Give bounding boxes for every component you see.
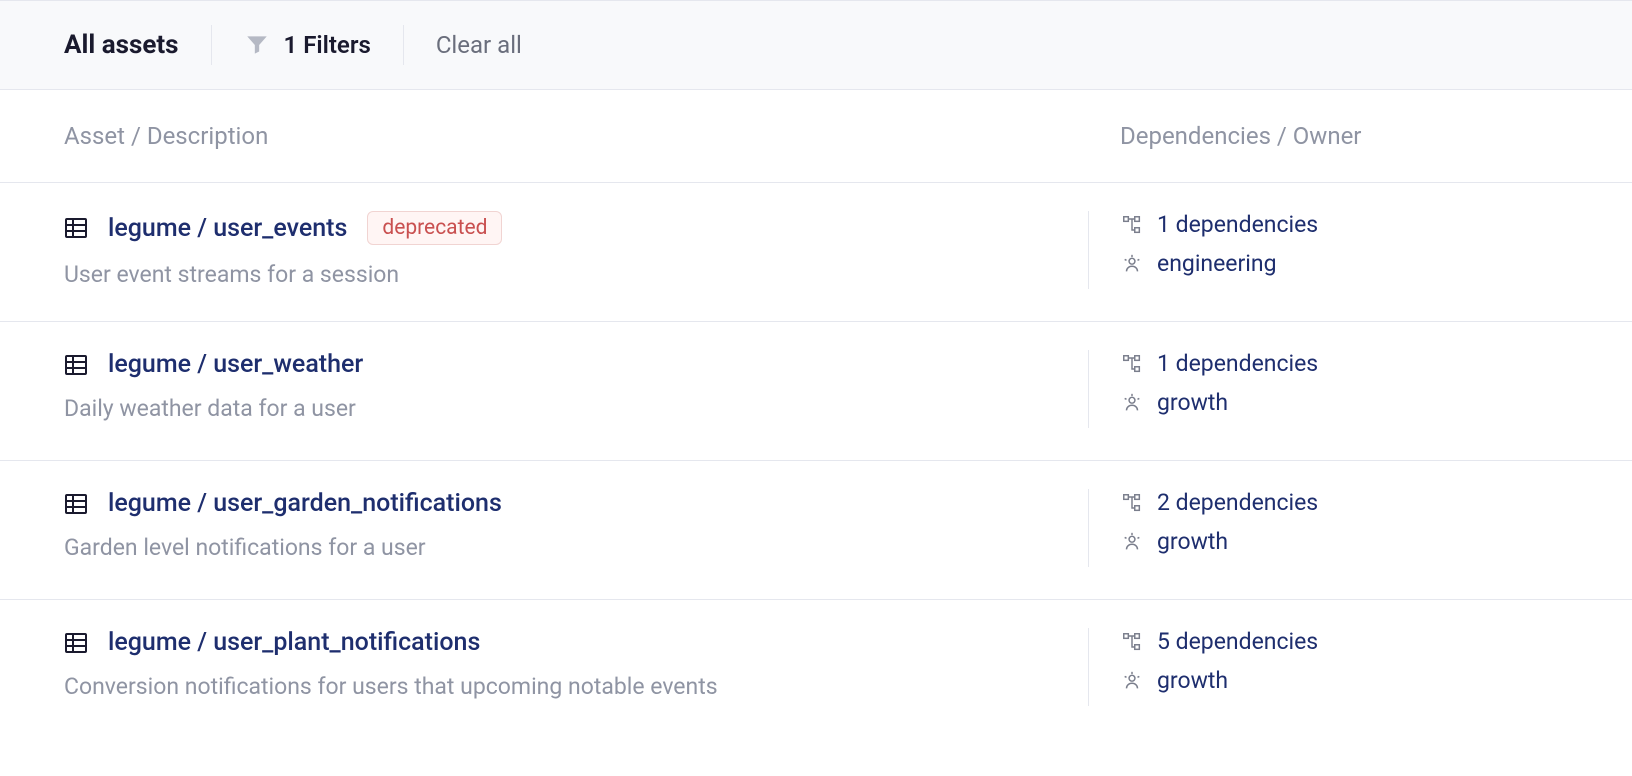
- table-row[interactable]: legume / user_weather Daily weather data …: [0, 322, 1632, 461]
- table-row[interactable]: legume / user_events deprecated User event…: [0, 183, 1632, 322]
- filters-button[interactable]: 1 Filters: [244, 31, 371, 59]
- asset-cell: legume / user_plant_notifications Convers…: [64, 628, 1088, 706]
- dependencies-line[interactable]: 2 dependencies: [1121, 489, 1568, 516]
- asset-title-line: legume / user_plant_notifications: [64, 628, 1056, 657]
- asset-name-link[interactable]: legume / user_plant_notifications: [108, 628, 480, 657]
- owner-icon: [1121, 531, 1143, 553]
- column-header-asset: Asset / Description: [64, 122, 268, 150]
- dependencies-line[interactable]: 5 dependencies: [1121, 628, 1568, 655]
- dependencies-icon: [1121, 631, 1143, 653]
- deprecated-badge: deprecated: [367, 211, 502, 245]
- owner-name: engineering: [1157, 250, 1277, 277]
- asset-list: legume / user_events deprecated User event…: [0, 183, 1632, 738]
- filter-toolbar: All assets 1 Filters Clear all: [0, 0, 1632, 90]
- asset-cell: legume / user_events deprecated User event…: [64, 211, 1088, 289]
- table-icon: [64, 216, 88, 240]
- filter-count-label: 1 Filters: [284, 31, 371, 59]
- table-header: Asset / Description Dependencies / Owner: [0, 90, 1632, 183]
- owner-line[interactable]: growth: [1121, 667, 1568, 694]
- table-row[interactable]: legume / user_garden_notifications Garden…: [0, 461, 1632, 600]
- meta-cell: 2 dependencies growth: [1088, 489, 1568, 567]
- asset-name-link[interactable]: legume / user_events: [108, 214, 347, 243]
- meta-cell: 5 dependencies growth: [1088, 628, 1568, 706]
- table-icon: [64, 353, 88, 377]
- asset-description: Daily weather data for a user: [64, 395, 1056, 422]
- owner-name: growth: [1157, 667, 1228, 694]
- meta-cell: 1 dependencies engineering: [1088, 211, 1568, 289]
- owner-icon: [1121, 392, 1143, 414]
- divider: [403, 25, 404, 65]
- dependencies-count: 2 dependencies: [1157, 489, 1318, 516]
- dependencies-icon: [1121, 353, 1143, 375]
- asset-description: User event streams for a session: [64, 261, 1056, 288]
- dependencies-count: 1 dependencies: [1157, 350, 1318, 377]
- clear-all-button[interactable]: Clear all: [436, 31, 522, 59]
- owner-icon: [1121, 253, 1143, 275]
- page-title: All assets: [64, 30, 179, 60]
- asset-name-link[interactable]: legume / user_garden_notifications: [108, 489, 502, 518]
- owner-icon: [1121, 670, 1143, 692]
- dependencies-line[interactable]: 1 dependencies: [1121, 211, 1568, 238]
- asset-title-line: legume / user_weather: [64, 350, 1056, 379]
- dependencies-line[interactable]: 1 dependencies: [1121, 350, 1568, 377]
- meta-cell: 1 dependencies growth: [1088, 350, 1568, 428]
- asset-name-link[interactable]: legume / user_weather: [108, 350, 363, 379]
- asset-cell: legume / user_garden_notifications Garden…: [64, 489, 1088, 567]
- owner-line[interactable]: growth: [1121, 389, 1568, 416]
- asset-description: Garden level notifications for a user: [64, 534, 1056, 561]
- dependencies-icon: [1121, 492, 1143, 514]
- owner-name: growth: [1157, 389, 1228, 416]
- table-row[interactable]: legume / user_plant_notifications Convers…: [0, 600, 1632, 738]
- dependencies-icon: [1121, 214, 1143, 236]
- owner-line[interactable]: engineering: [1121, 250, 1568, 277]
- column-header-deps: Dependencies / Owner: [1120, 122, 1361, 150]
- divider: [211, 25, 212, 65]
- owner-name: growth: [1157, 528, 1228, 555]
- table-icon: [64, 631, 88, 655]
- asset-title-line: legume / user_garden_notifications: [64, 489, 1056, 518]
- filter-icon: [244, 32, 270, 58]
- owner-line[interactable]: growth: [1121, 528, 1568, 555]
- table-icon: [64, 492, 88, 516]
- dependencies-count: 5 dependencies: [1157, 628, 1318, 655]
- asset-title-line: legume / user_events deprecated: [64, 211, 1056, 245]
- dependencies-count: 1 dependencies: [1157, 211, 1318, 238]
- asset-description: Conversion notifications for users that …: [64, 673, 1056, 700]
- asset-cell: legume / user_weather Daily weather data …: [64, 350, 1088, 428]
